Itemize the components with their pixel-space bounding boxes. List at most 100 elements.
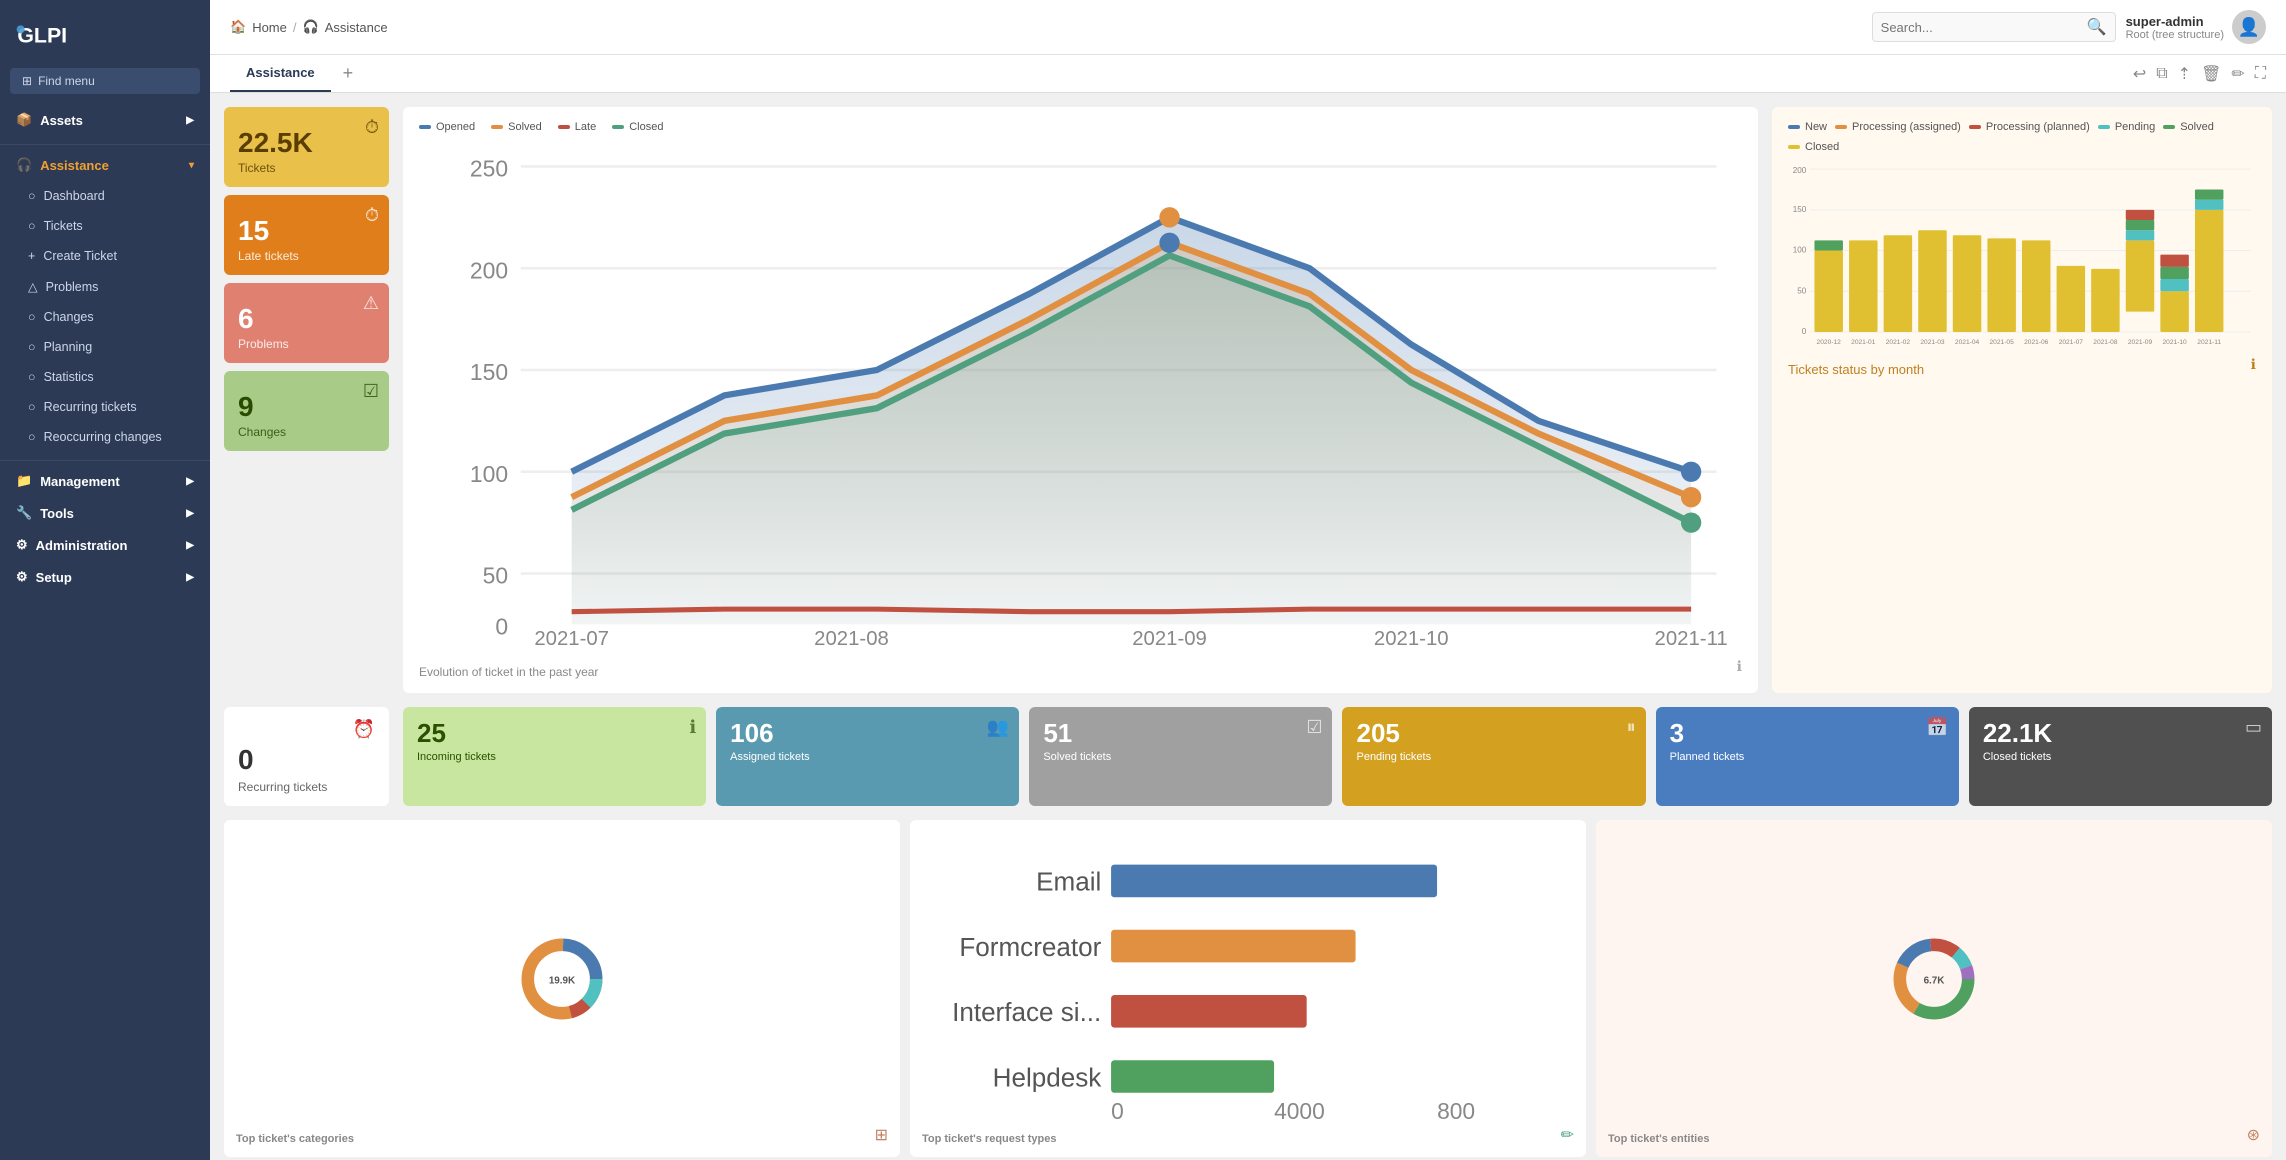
copy-icon[interactable]: ⧉ xyxy=(2156,65,2167,83)
recurring-icon: ⏰ xyxy=(353,719,375,740)
problems-stat-label: Problems xyxy=(238,337,375,351)
planning-label: Planning xyxy=(44,340,93,354)
sidebar-item-tools[interactable]: 🔧 Tools ▶ xyxy=(0,497,210,529)
share-icon[interactable]: ⇡ xyxy=(2178,64,2191,84)
legend-proc-planned-label: Processing (planned) xyxy=(1986,121,2090,133)
sidebar-item-management[interactable]: 📁 Management ▶ xyxy=(0,465,210,497)
donut-entities-wrapper: 6.7K xyxy=(1608,832,2260,1125)
ticket-stat-assigned[interactable]: 👥 106 Assigned tickets xyxy=(716,707,1019,806)
late-stat-num: 15 xyxy=(238,217,375,245)
search-icon[interactable]: 🔍 xyxy=(2087,17,2107,37)
svg-text:2021-02: 2021-02 xyxy=(1886,339,1911,346)
legend-closed: Closed xyxy=(612,121,663,133)
breadcrumb-home[interactable]: Home xyxy=(252,20,287,35)
sidebar-item-create-ticket[interactable]: + Create Ticket xyxy=(0,241,210,271)
mini-chart-categories: 19.9K Top ticket's categories ⊞ xyxy=(224,820,900,1157)
categories-footer: Top ticket's categories ⊞ xyxy=(236,1125,888,1145)
ticket-stat-pending[interactable]: ⏸ 205 Pending tickets xyxy=(1342,707,1645,806)
delete-icon[interactable]: 🗑 xyxy=(2201,64,2221,84)
administration-arrow: ▶ xyxy=(186,540,194,551)
legend-proc-assigned-label: Processing (assigned) xyxy=(1852,121,1961,133)
edit-icon[interactable]: ✏ xyxy=(2231,64,2244,84)
svg-text:2021-06: 2021-06 xyxy=(2024,339,2049,346)
recurring-tickets-bullet: ○ xyxy=(28,400,36,414)
closed-num: 22.1K xyxy=(1983,719,2258,748)
line-chart-panel: Opened Solved Late Closed xyxy=(403,107,1758,693)
statistics-bullet: ○ xyxy=(28,370,36,384)
tab-add-button[interactable]: + xyxy=(335,57,362,90)
undo-icon[interactable]: ↩ xyxy=(2133,64,2146,84)
search-input[interactable] xyxy=(1881,20,2081,35)
user-role: Root (tree structure) xyxy=(2126,29,2224,41)
tickets-stat-icon: ⏱ xyxy=(365,117,379,138)
home-icon: 🏠 xyxy=(230,19,246,35)
sidebar-item-tickets[interactable]: ○ Tickets xyxy=(0,211,210,241)
solved-label: Solved tickets xyxy=(1043,751,1318,763)
svg-text:Interface si...: Interface si... xyxy=(952,997,1101,1027)
dashboard-bullet: ○ xyxy=(28,189,36,203)
problems-bullet: △ xyxy=(28,279,38,294)
recurring-num: 0 xyxy=(238,744,375,776)
stat-card-tickets[interactable]: ⏱ 22.5K Tickets xyxy=(224,107,389,187)
sidebar-item-planning[interactable]: ○ Planning xyxy=(0,332,210,362)
ticket-stat-incoming[interactable]: ℹ 25 Incoming tickets xyxy=(403,707,706,806)
sidebar-item-recurring-tickets[interactable]: ○ Recurring tickets xyxy=(0,392,210,422)
legend-dot-proc-assigned xyxy=(1835,125,1847,129)
legend-bar-closed-label: Closed xyxy=(1805,141,1839,153)
changes-stat-num: 9 xyxy=(238,393,375,421)
sidebar-item-assets[interactable]: 📦 Assets ▶ xyxy=(0,104,210,136)
reoccurring-changes-bullet: ○ xyxy=(28,430,36,444)
sidebar-item-problems[interactable]: △ Problems xyxy=(0,271,210,302)
svg-text:6.7K: 6.7K xyxy=(1924,975,1946,986)
stat-card-changes[interactable]: ☑ 9 Changes xyxy=(224,371,389,451)
sidebar-item-dashboard[interactable]: ○ Dashboard xyxy=(0,181,210,211)
svg-text:2021-08: 2021-08 xyxy=(814,628,889,650)
svg-text:150: 150 xyxy=(470,359,508,385)
tickets-bullet: ○ xyxy=(28,219,36,233)
ticket-stat-closed[interactable]: ▭ 22.1K Closed tickets xyxy=(1969,707,2272,806)
request-types-footer: Top ticket's request types ✏ xyxy=(922,1125,1574,1145)
setup-label: Setup xyxy=(36,570,72,585)
tab-assistance[interactable]: Assistance xyxy=(230,55,331,92)
tools-icon: 🔧 xyxy=(16,505,32,521)
legend-pending: Pending xyxy=(2098,121,2155,133)
recurring-card[interactable]: ⏰ 0 Recurring tickets xyxy=(224,707,389,806)
find-menu-button[interactable]: ⊞ Find menu xyxy=(10,68,200,94)
assigned-label: Assigned tickets xyxy=(730,751,1005,763)
ticket-stat-solved[interactable]: ☑ 51 Solved tickets xyxy=(1029,707,1332,806)
tools-arrow: ▶ xyxy=(186,508,194,519)
tools-label: Tools xyxy=(40,506,74,521)
sidebar-item-assistance[interactable]: 🎧 Assistance ▾ xyxy=(0,149,210,181)
stat-card-late[interactable]: ⏱ 15 Late tickets xyxy=(224,195,389,275)
line-chart-footer: Evolution of ticket in the past year ℹ xyxy=(419,655,1742,679)
svg-text:100: 100 xyxy=(470,461,508,487)
sidebar-item-changes[interactable]: ○ Changes xyxy=(0,302,210,332)
tickets-stat-num: 22.5K xyxy=(238,129,375,157)
user-name: super-admin xyxy=(2126,14,2224,29)
planned-num: 3 xyxy=(1670,719,1945,748)
sidebar-item-setup[interactable]: ⚙ Setup ▶ xyxy=(0,561,210,593)
closed-label: Closed tickets xyxy=(1983,751,2258,763)
svg-text:2021-08: 2021-08 xyxy=(2093,339,2118,346)
sidebar-item-reoccurring-changes[interactable]: ○ Reoccurring changes xyxy=(0,422,210,452)
fullscreen-icon[interactable]: ⛶ xyxy=(2255,65,2266,83)
line-chart-legend: Opened Solved Late Closed xyxy=(419,121,1742,133)
search-box[interactable]: 🔍 xyxy=(1872,12,2116,42)
sidebar-item-administration[interactable]: ⚙ Administration ▶ xyxy=(0,529,210,561)
svg-text:150: 150 xyxy=(1793,205,1807,214)
sidebar-item-statistics[interactable]: ○ Statistics xyxy=(0,362,210,392)
entities-icon: ⊛ xyxy=(2247,1125,2260,1145)
svg-text:2021-09: 2021-09 xyxy=(2128,339,2153,346)
legend-bar-closed: Closed xyxy=(1788,141,1839,153)
row1: ⏱ 22.5K Tickets ⏱ 15 Late tickets ⚠ 6 Pr… xyxy=(224,107,2272,693)
assistance-nav-icon: 🎧 xyxy=(303,19,319,35)
legend-dot-opened xyxy=(419,125,431,129)
ticket-stat-planned[interactable]: 📅 3 Planned tickets xyxy=(1656,707,1959,806)
svg-text:2021-09: 2021-09 xyxy=(1132,628,1207,650)
mini-chart-entities: 6.7K Top ticket's entities ⊛ xyxy=(1596,820,2272,1157)
administration-icon: ⚙ xyxy=(16,537,28,553)
svg-text:2021-05: 2021-05 xyxy=(1990,339,2015,346)
stat-card-problems[interactable]: ⚠ 6 Problems xyxy=(224,283,389,363)
svg-text:0: 0 xyxy=(1802,327,1807,336)
line-chart-info-icon: ℹ xyxy=(1737,658,1742,675)
